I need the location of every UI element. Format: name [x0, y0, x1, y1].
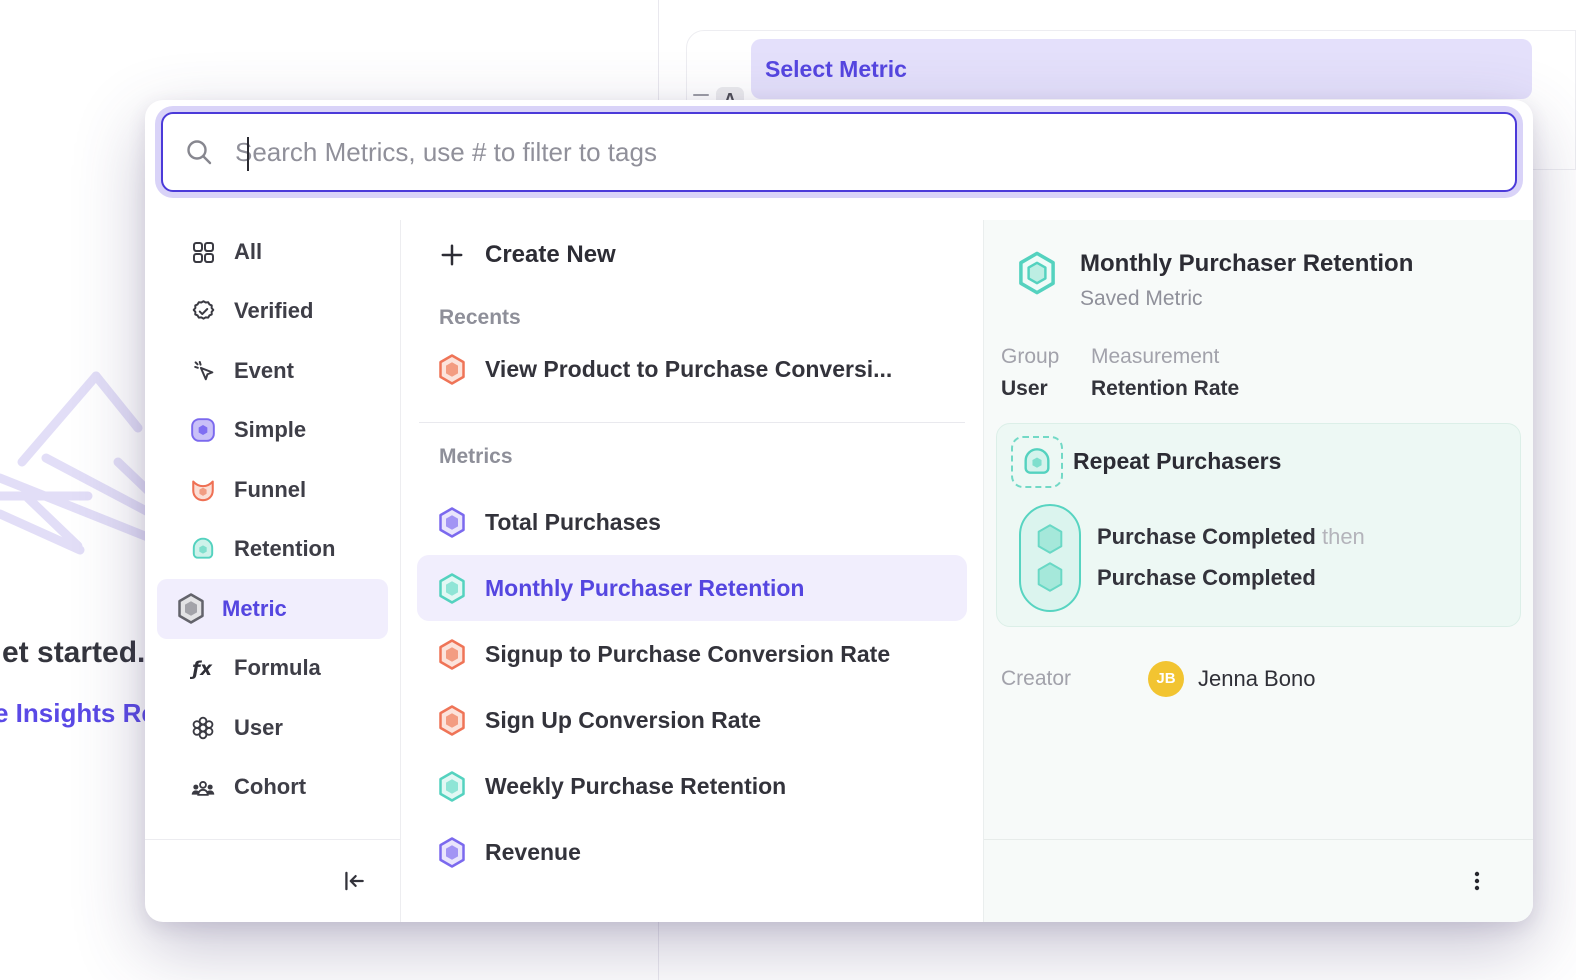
- cohort-definition-icon-box: [1011, 436, 1063, 488]
- creator-name: Jenna Bono: [1198, 666, 1315, 692]
- simple-block-icon: [190, 417, 216, 443]
- sidebar-item-verified[interactable]: Verified: [157, 282, 388, 342]
- retention-metric-icon: [437, 572, 467, 605]
- grid-all-icon: [190, 239, 216, 265]
- detail-footer: [984, 839, 1533, 922]
- definition-step-2: Purchase Completed: [1097, 565, 1316, 591]
- measurement-value: Retention Rate: [1091, 377, 1533, 401]
- recent-metric-name: View Product to Purchase Conversi...: [485, 356, 892, 383]
- measurement-label: Measurement: [1091, 345, 1533, 369]
- metric-row[interactable]: Sign Up Conversion Rate: [417, 687, 967, 753]
- definition-step-1: Purchase Completed then: [1097, 524, 1365, 550]
- creator-avatar: JB: [1148, 661, 1184, 697]
- event-sequence-capsule: [1019, 504, 1081, 612]
- funnel-metric-icon: [437, 704, 467, 737]
- background-headline-fragment: et started.: [2, 636, 145, 670]
- background-insights-link-fragment[interactable]: e Insights Re: [0, 698, 156, 729]
- recents-section-label: Recents: [439, 306, 983, 330]
- detail-title: Monthly Purchaser Retention: [1080, 250, 1413, 279]
- retention-arch-icon: [1021, 446, 1053, 478]
- sidebar-item-retention[interactable]: Retention: [157, 520, 388, 580]
- event-metric-icon: [437, 506, 467, 539]
- metric-definition-card: Repeat Purchasers Purchase Completed the…: [996, 423, 1521, 627]
- metric-row-selected[interactable]: Monthly Purchaser Retention: [417, 555, 967, 621]
- more-options-button[interactable]: [1459, 863, 1495, 899]
- creator-row: Creator JB Jenna Bono: [984, 627, 1533, 697]
- retention-metric-icon: [437, 770, 467, 803]
- event-cursor-icon: [190, 358, 216, 384]
- metric-name: Weekly Purchase Retention: [485, 773, 786, 800]
- event-hexagon-icon: [1035, 523, 1065, 555]
- cohort-people-icon: [190, 774, 216, 800]
- sidebar-item-event[interactable]: Event: [157, 341, 388, 401]
- recent-metric-row[interactable]: View Product to Purchase Conversi...: [417, 336, 967, 402]
- saved-metric-icon: [1016, 250, 1058, 296]
- kebab-menu-icon: [1465, 869, 1489, 893]
- metric-row[interactable]: Revenue: [417, 819, 967, 885]
- retention-arch-icon: [190, 536, 216, 562]
- creator-label: Creator: [1001, 667, 1148, 691]
- sidebar-item-formula[interactable]: ƒx Formula: [157, 639, 388, 699]
- sidebar-item-label: Funnel: [234, 477, 306, 503]
- text-cursor: [247, 137, 249, 171]
- create-new-button[interactable]: Create New: [401, 226, 983, 284]
- funnel-icon: [190, 477, 216, 503]
- metric-list-column: Create New Recents View Product to Purch…: [401, 220, 983, 922]
- category-sidebar: All Verified: [145, 220, 401, 922]
- sidebar-item-user[interactable]: User: [157, 698, 388, 758]
- search-field[interactable]: [161, 112, 1517, 192]
- event-hexagon-icon: [1035, 561, 1065, 593]
- sidebar-item-simple[interactable]: Simple: [157, 401, 388, 461]
- sidebar-item-label: Simple: [234, 417, 306, 443]
- detail-subtitle: Saved Metric: [1080, 287, 1413, 311]
- event-metric-icon: [437, 836, 467, 869]
- search-focus-ring: [155, 106, 1523, 198]
- definition-name: Repeat Purchasers: [1073, 448, 1281, 475]
- metric-picker-modal: All Verified: [145, 100, 1533, 922]
- then-connector: then: [1322, 524, 1365, 549]
- group-value: User: [1001, 377, 1091, 401]
- sidebar-item-label: Event: [234, 358, 294, 384]
- sidebar-item-label: User: [234, 715, 283, 741]
- user-flower-icon: [190, 715, 216, 741]
- search-icon: [185, 138, 213, 166]
- metric-row[interactable]: Weekly Purchase Retention: [417, 753, 967, 819]
- metric-row[interactable]: Signup to Purchase Conversion Rate: [417, 621, 967, 687]
- metric-meta: Group Measurement User Retention Rate: [984, 311, 1533, 401]
- plus-icon: [439, 242, 465, 268]
- sidebar-item-label: Cohort: [234, 774, 306, 800]
- verified-seal-icon: [190, 298, 216, 324]
- sidebar-item-label: All: [234, 239, 262, 265]
- metric-name: Total Purchases: [485, 509, 661, 536]
- sidebar-item-label: Retention: [234, 536, 335, 562]
- create-new-label: Create New: [485, 241, 616, 269]
- collapse-left-icon: [341, 868, 367, 894]
- metric-name: Revenue: [485, 839, 581, 866]
- formula-fx-icon: ƒx: [190, 655, 216, 681]
- funnel-metric-icon: [437, 353, 467, 386]
- metric-name: Sign Up Conversion Rate: [485, 707, 761, 734]
- sidebar-item-cohort[interactable]: Cohort: [157, 758, 388, 818]
- svg-text:ƒx: ƒx: [190, 659, 213, 680]
- list-divider: [419, 422, 965, 423]
- collapse-sidebar-button[interactable]: [336, 863, 372, 899]
- sidebar-footer: [145, 839, 400, 922]
- sidebar-item-label: Verified: [234, 298, 313, 324]
- sidebar-item-all[interactable]: All: [157, 222, 388, 282]
- sidebar-item-label: Metric: [222, 596, 287, 622]
- sidebar-item-label: Formula: [234, 655, 321, 681]
- funnel-metric-icon: [437, 638, 467, 671]
- sidebar-item-funnel[interactable]: Funnel: [157, 460, 388, 520]
- metric-name: Signup to Purchase Conversion Rate: [485, 641, 890, 668]
- group-label: Group: [1001, 345, 1091, 369]
- select-metric-button[interactable]: Select Metric: [751, 39, 1532, 99]
- metric-row[interactable]: Total Purchases: [417, 489, 967, 555]
- metric-detail-panel: Monthly Purchaser Retention Saved Metric…: [983, 220, 1533, 922]
- metric-name: Monthly Purchaser Retention: [485, 575, 804, 602]
- metric-hexagon-icon: [178, 596, 204, 622]
- metrics-section-label: Metrics: [439, 445, 983, 469]
- sidebar-item-metric[interactable]: Metric: [157, 579, 388, 639]
- search-input[interactable]: [235, 137, 1515, 168]
